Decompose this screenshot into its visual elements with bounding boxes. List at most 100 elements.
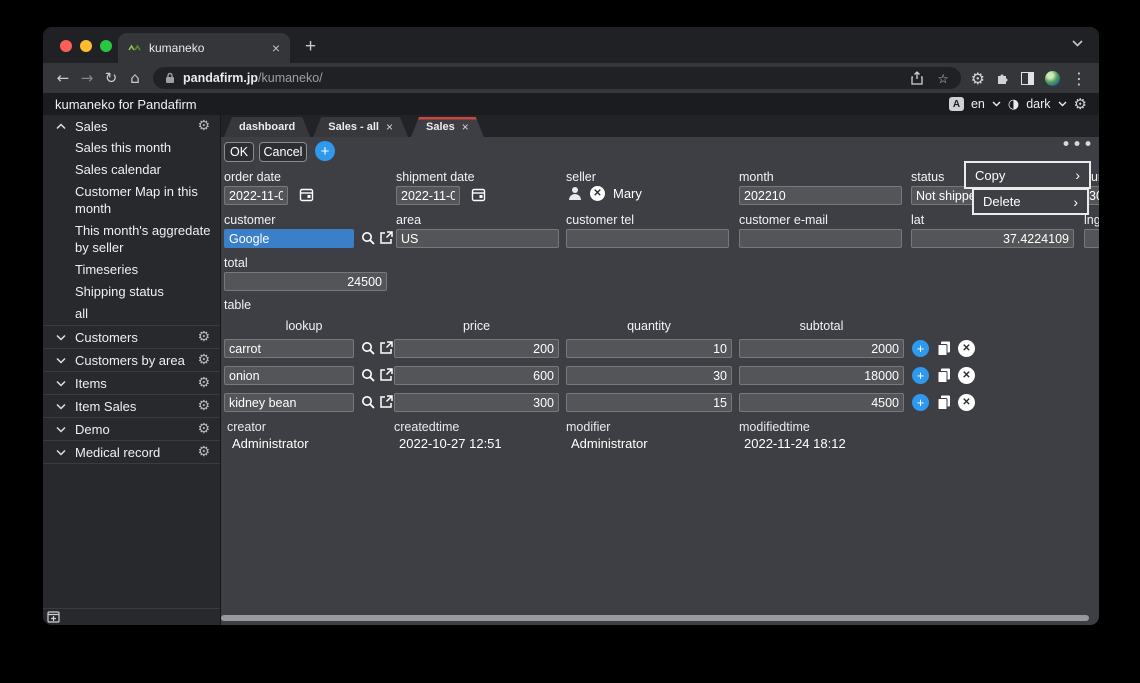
month-input[interactable] (739, 186, 902, 205)
shipment-date-input[interactable] (396, 186, 460, 205)
gear-icon[interactable]: ⚙ (197, 352, 210, 368)
sidebar-group-customers-by-area[interactable]: Customers by area ⚙ (43, 348, 220, 371)
sidebar-group-demo[interactable]: Demo ⚙ (43, 417, 220, 440)
customer-input[interactable] (224, 229, 354, 248)
remove-seller-icon[interactable]: ✕ (590, 186, 605, 201)
gear-icon[interactable]: ⚙ (197, 398, 210, 414)
tab-dashboard[interactable]: dashboard (224, 117, 310, 137)
browser-menu-kebab-icon[interactable]: ⋮ (1071, 69, 1087, 88)
subtotal-input[interactable] (739, 339, 904, 358)
sidebar-item-month-aggredate[interactable]: This month's aggredate by seller (43, 220, 220, 259)
tab-sales-all[interactable]: Sales - all × (313, 117, 408, 137)
delete-row-icon[interactable]: ✕ (958, 394, 975, 411)
context-menu-item-copy[interactable]: Copy › (964, 161, 1091, 189)
area-input[interactable] (396, 229, 559, 248)
close-tab-icon[interactable]: × (462, 120, 469, 134)
address-bar[interactable]: pandafirm.jp/kumaneko/ ☆ (153, 67, 961, 89)
puzzle-extensions-icon[interactable] (996, 71, 1010, 85)
customer-tel-input[interactable] (566, 229, 729, 248)
sidebar-group-customers[interactable]: Customers ⚙ (43, 325, 220, 348)
app-settings-gear-icon[interactable]: ⚙ (1074, 95, 1087, 113)
lookup-input[interactable] (224, 339, 354, 358)
duplicate-row-icon[interactable] (936, 340, 952, 356)
quantity-input[interactable] (566, 393, 732, 412)
sidebar-group-item-sales[interactable]: Item Sales ⚙ (43, 394, 220, 417)
external-link-icon[interactable] (379, 230, 395, 246)
search-icon[interactable] (360, 394, 376, 410)
cancel-button[interactable]: Cancel (259, 142, 307, 162)
add-app-icon[interactable] (47, 611, 60, 623)
close-tab-icon[interactable]: × (386, 120, 393, 134)
language-select[interactable]: en (971, 97, 985, 111)
new-tab-icon[interactable]: + (305, 36, 316, 58)
search-icon[interactable] (360, 230, 376, 246)
sidebar-item-sales-calendar[interactable]: Sales calendar (43, 159, 220, 181)
add-row-button[interactable]: + (912, 340, 929, 357)
quantity-input[interactable] (566, 339, 732, 358)
sidebar-item-customer-map[interactable]: Customer Map in this month (43, 181, 220, 220)
duplicate-row-icon[interactable] (936, 367, 952, 383)
profile-globe-icon[interactable] (1045, 70, 1060, 86)
chevron-down-icon[interactable] (992, 101, 1001, 107)
zoom-window-button[interactable] (100, 40, 112, 52)
chevron-down-icon[interactable] (1058, 101, 1067, 107)
back-icon[interactable]: ← (51, 69, 75, 87)
close-window-button[interactable] (60, 40, 72, 52)
calendar-icon[interactable] (471, 187, 487, 203)
lookup-input[interactable] (224, 393, 354, 412)
browser-tab[interactable]: kumaneko × (118, 33, 290, 63)
more-options-icon[interactable]: ••• (1061, 137, 1094, 155)
external-link-icon[interactable] (379, 394, 395, 410)
external-link-icon[interactable] (379, 367, 395, 383)
calendar-icon[interactable] (299, 187, 315, 203)
subtotal-input[interactable] (739, 393, 904, 412)
price-input[interactable] (394, 339, 559, 358)
tab-sales[interactable]: Sales × (411, 117, 484, 137)
total-input[interactable] (224, 272, 387, 291)
theme-select[interactable]: dark (1026, 97, 1050, 111)
forward-icon[interactable]: → (75, 69, 99, 87)
sidebar-item-sales-this-month[interactable]: Sales this month (43, 137, 220, 159)
price-input[interactable] (394, 366, 559, 385)
sidebar-item-all[interactable]: all (43, 303, 220, 325)
quantity-input[interactable] (566, 366, 732, 385)
sidebar-group-medical-record[interactable]: Medical record ⚙ (43, 440, 220, 463)
sidebar-group-sales[interactable]: Sales ⚙ (43, 115, 220, 137)
add-record-button[interactable]: + (315, 141, 335, 161)
external-link-icon[interactable] (379, 340, 395, 356)
gear-icon[interactable]: ⚙ (197, 329, 210, 345)
search-icon[interactable] (360, 340, 376, 356)
context-menu-item-delete[interactable]: Delete › (972, 188, 1089, 215)
sidebar-group-items[interactable]: Items ⚙ (43, 371, 220, 394)
gear-icon[interactable]: ⚙ (197, 375, 210, 391)
share-icon[interactable] (911, 71, 924, 85)
minimize-window-button[interactable] (80, 40, 92, 52)
bookmark-star-icon[interactable]: ☆ (937, 71, 948, 86)
sidebar-item-timeseries[interactable]: Timeseries (43, 259, 220, 281)
home-icon[interactable]: ⌂ (123, 69, 147, 87)
gear-icon[interactable]: ⚙ (197, 444, 210, 460)
duplicate-row-icon[interactable] (936, 394, 952, 410)
search-icon[interactable] (360, 367, 376, 383)
lookup-input[interactable] (224, 366, 354, 385)
reload-icon[interactable]: ↻ (99, 69, 123, 87)
dark-mode-extension-icon[interactable] (1021, 71, 1034, 85)
settings-extension-icon[interactable]: ⚙ (971, 69, 985, 88)
lat-input[interactable] (911, 229, 1074, 248)
gear-icon[interactable]: ⚙ (197, 118, 210, 134)
add-row-button[interactable]: + (912, 394, 929, 411)
add-row-button[interactable]: + (912, 367, 929, 384)
subtotal-input[interactable] (739, 366, 904, 385)
delete-row-icon[interactable]: ✕ (958, 367, 975, 384)
delete-row-icon[interactable]: ✕ (958, 340, 975, 357)
lng-input[interactable] (1084, 229, 1099, 248)
customer-email-input[interactable] (739, 229, 902, 248)
ok-button[interactable]: OK (224, 142, 254, 162)
price-input[interactable] (394, 393, 559, 412)
close-tab-icon[interactable]: × (272, 41, 280, 55)
tab-search-chevron-icon[interactable] (1072, 40, 1083, 47)
horizontal-scrollbar[interactable] (221, 615, 1089, 621)
sidebar-item-shipping-status[interactable]: Shipping status (43, 281, 220, 303)
gear-icon[interactable]: ⚙ (197, 421, 210, 437)
order-date-input[interactable] (224, 186, 288, 205)
